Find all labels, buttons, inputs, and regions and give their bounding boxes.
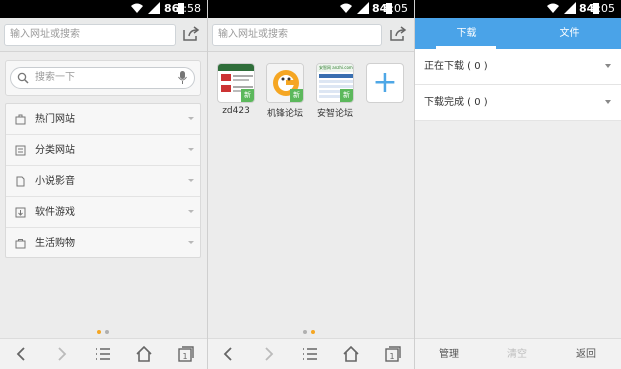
tile-label: 安智论坛 xyxy=(316,109,353,119)
tab-download[interactable]: 下载 xyxy=(415,18,518,49)
new-badge: 新 xyxy=(241,89,254,102)
share-icon[interactable] xyxy=(181,25,201,43)
clock: 3:05 xyxy=(590,2,615,15)
url-bar: 输入网址或搜索 xyxy=(0,18,207,52)
tab-label: 下载 xyxy=(456,28,477,39)
new-badge: 新 xyxy=(290,89,303,102)
home-icon[interactable] xyxy=(136,346,152,362)
signal-icon xyxy=(148,2,160,14)
add-shortcut-button[interactable]: + xyxy=(366,63,404,103)
downloading-label: 正在下载 ( 0 ) xyxy=(424,61,488,72)
back-arrow-icon[interactable] xyxy=(15,346,27,362)
chevron-down-icon xyxy=(605,100,611,104)
menu-icon[interactable] xyxy=(302,346,318,362)
page-indicator xyxy=(303,330,317,334)
search-input[interactable]: 搜索一下 xyxy=(10,67,195,89)
category-label: 小说影音 xyxy=(35,176,75,187)
category-item-novel[interactable]: 小说影音 xyxy=(6,166,200,197)
category-list: 热门网站 分类网站 小说影音 软件游戏 生活购物 xyxy=(5,103,201,258)
search-card: 搜索一下 xyxy=(5,60,201,96)
download-manager-panel: 84 3:05 下载 文件 正在下载 ( 0 ) 下载完成 ( 0 ) 管理 清… xyxy=(415,0,621,369)
chevron-down-icon xyxy=(188,117,194,120)
clear-button[interactable]: 清空 xyxy=(487,339,547,369)
menu-icon[interactable] xyxy=(95,346,111,362)
category-item-software[interactable]: 软件游戏 xyxy=(6,197,200,228)
speed-dial-tile-anzhi[interactable]: 安智网 anzhi.com 新 xyxy=(316,63,354,103)
shopping-icon xyxy=(15,239,26,249)
category-item-sites[interactable]: 分类网站 xyxy=(6,135,200,166)
category-label: 分类网站 xyxy=(35,145,75,156)
tab-label: 文件 xyxy=(559,28,580,39)
url-input[interactable]: 输入网址或搜索 xyxy=(4,24,176,46)
search-icon xyxy=(17,72,29,84)
tab-files[interactable]: 文件 xyxy=(518,18,621,49)
status-bar: 86 2:58 xyxy=(0,0,207,18)
browser-home-panel: 86 2:58 输入网址或搜索 搜索一下 热门网站 分类网站 小说影音 软件游戏… xyxy=(0,0,207,369)
category-label: 软件游戏 xyxy=(35,207,75,218)
plus-icon: + xyxy=(372,65,398,100)
bottom-nav-bar: 1 xyxy=(0,338,207,369)
downloading-section[interactable]: 正在下载 ( 0 ) xyxy=(415,49,621,85)
browser-speed-dial-panel: 84 3:05 输入网址或搜索 新 zd423 新 机锋论坛 安智网 anzhi… xyxy=(208,0,414,369)
manage-button[interactable]: 管理 xyxy=(419,339,479,369)
software-games-icon xyxy=(15,207,26,218)
url-input[interactable]: 输入网址或搜索 xyxy=(212,24,382,46)
tile-label: 机锋论坛 xyxy=(266,109,303,119)
category-label: 生活购物 xyxy=(35,238,75,249)
clock: 2:58 xyxy=(176,2,201,15)
chevron-down-icon xyxy=(188,210,194,213)
forward-arrow-icon[interactable] xyxy=(263,346,275,362)
wifi-icon xyxy=(547,3,559,13)
page-dot xyxy=(303,330,307,334)
category-label: 热门网站 xyxy=(35,114,75,125)
completed-label: 下载完成 ( 0 ) xyxy=(424,97,488,108)
novel-media-icon xyxy=(16,176,25,187)
tile-label: zd423 xyxy=(222,106,250,116)
download-sections: 正在下载 ( 0 ) 下载完成 ( 0 ) xyxy=(415,49,621,121)
svg-text:1: 1 xyxy=(182,352,187,361)
page-dot-active xyxy=(311,330,315,334)
category-item-hot[interactable]: 热门网站 xyxy=(6,104,200,135)
new-badge: 新 xyxy=(340,89,353,102)
tabs-icon[interactable]: 1 xyxy=(178,346,194,362)
clock: 3:05 xyxy=(383,2,408,15)
wifi-icon xyxy=(340,3,352,13)
url-bar: 输入网址或搜索 xyxy=(208,18,414,52)
speed-dial-tile-zd423[interactable]: 新 xyxy=(217,63,255,103)
back-button[interactable]: 返回 xyxy=(556,339,616,369)
forward-arrow-icon[interactable] xyxy=(56,346,68,362)
chevron-down-icon xyxy=(188,179,194,182)
page-indicator xyxy=(97,330,111,334)
microphone-icon[interactable] xyxy=(178,71,187,85)
wifi-icon xyxy=(131,3,143,13)
download-toolbar: 管理 清空 返回 xyxy=(415,338,621,369)
category-item-shopping[interactable]: 生活购物 xyxy=(6,228,200,259)
page-dot-active xyxy=(97,330,101,334)
back-arrow-icon[interactable] xyxy=(222,346,234,362)
hot-sites-icon xyxy=(15,114,26,125)
speed-dial-tile-gfan[interactable]: 新 xyxy=(266,63,304,103)
chevron-down-icon xyxy=(188,241,194,244)
signal-icon xyxy=(564,2,576,14)
category-sites-icon xyxy=(15,145,26,156)
signal-icon xyxy=(357,2,369,14)
download-tabs: 下载 文件 xyxy=(415,18,621,49)
bottom-nav-bar: 1 xyxy=(208,338,414,369)
status-bar: 84 3:05 xyxy=(208,0,414,18)
page-dot xyxy=(105,330,109,334)
completed-section[interactable]: 下载完成 ( 0 ) xyxy=(415,85,621,121)
anzhi-site-name: 安智网 anzhi.com xyxy=(319,65,353,70)
status-bar: 84 3:05 xyxy=(415,0,621,18)
share-icon[interactable] xyxy=(388,25,408,43)
svg-text:1: 1 xyxy=(389,352,394,361)
home-icon[interactable] xyxy=(343,346,359,362)
chevron-down-icon xyxy=(188,148,194,151)
tabs-icon[interactable]: 1 xyxy=(385,346,401,362)
search-placeholder: 搜索一下 xyxy=(35,72,75,83)
chevron-down-icon xyxy=(605,64,611,68)
